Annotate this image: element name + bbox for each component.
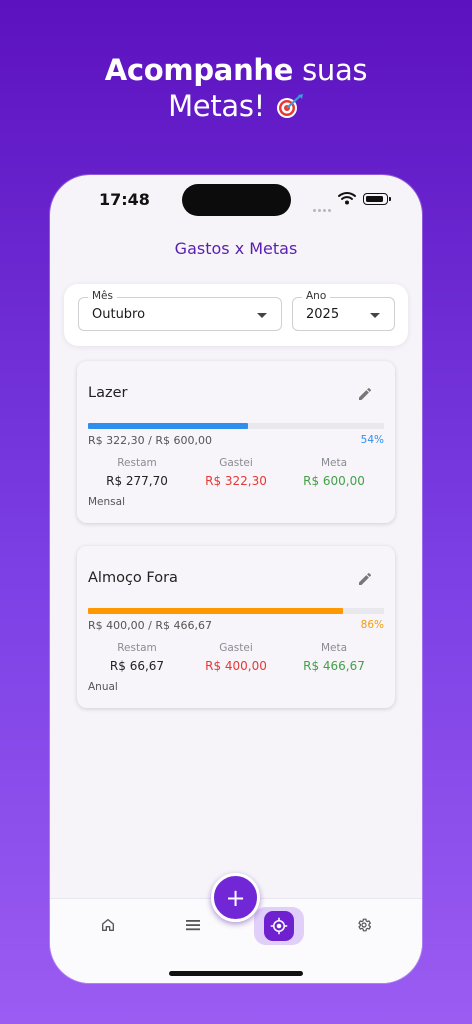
stat-goal: Meta R$ 600,00 [303,457,365,488]
dart-target-icon [276,94,303,118]
stat-spent: Gastei R$ 400,00 [205,642,267,673]
pencil-icon[interactable] [357,571,373,587]
year-label: Ano [302,290,331,302]
month-value: Outubro [92,307,146,322]
chevron-down-icon [370,313,380,318]
nav-list[interactable] [173,913,213,937]
nav-goals[interactable] [254,907,304,945]
menu-icon [186,920,200,931]
nav-goals-pill [264,911,294,941]
wifi-icon [338,192,356,205]
progress-percent: 54% [360,434,384,446]
home-indicator [169,971,303,976]
goal-name: Lazer [88,385,128,401]
nav-settings[interactable] [344,913,384,937]
year-value: 2025 [306,307,340,322]
promo-bold: Acompanhe [104,53,294,87]
gear-icon [358,918,372,932]
chevron-down-icon [257,313,267,318]
progress-track [88,608,384,614]
progress-fill [88,423,248,429]
progress-track [88,423,384,429]
month-select[interactable]: Mês Outubro [78,290,282,331]
promo-rest: suas [302,53,368,87]
goal-period: Anual [88,681,118,693]
home-icon [102,919,114,931]
progress-fill [88,608,343,614]
page-title: Gastos x Metas [174,239,298,258]
pencil-icon[interactable] [357,386,373,402]
goal-card[interactable]: Almoço Fora R$ 400,00 / R$ 466,67 86% Re… [77,546,395,708]
status-bar: 17:48 [50,175,422,225]
target-icon [270,917,288,935]
goal-period: Mensal [88,496,125,508]
spent-ratio: R$ 400,00 / R$ 466,67 [88,619,212,632]
year-select[interactable]: Ano 2025 [292,290,395,331]
filter-card: Mês Outubro Ano 2025 [64,284,408,346]
month-label: Mês [88,290,117,302]
dynamic-island [182,184,291,216]
stat-spent: Gastei R$ 322,30 [205,457,267,488]
status-time: 17:48 [99,190,150,209]
stat-goal: Meta R$ 466,67 [303,642,365,673]
nav-home[interactable] [88,913,128,937]
promo-headline: Acompanhe suas Metas! [0,52,472,124]
add-button[interactable]: + [211,873,260,922]
stat-remaining: Restam R$ 277,70 [106,457,168,488]
progress-percent: 86% [360,619,384,631]
spent-ratio: R$ 322,30 / R$ 600,00 [88,434,212,447]
goal-card[interactable]: Lazer R$ 322,30 / R$ 600,00 54% Restam R… [77,361,395,523]
signal-icon [313,197,333,212]
goal-name: Almoço Fora [88,570,178,586]
promo-line2: Metas! [0,88,472,124]
battery-icon [363,193,391,205]
phone-screen: 17:48 Gastos x Metas Mês Outubro Ano 202… [50,175,422,983]
stat-remaining: Restam R$ 66,67 [109,642,165,673]
